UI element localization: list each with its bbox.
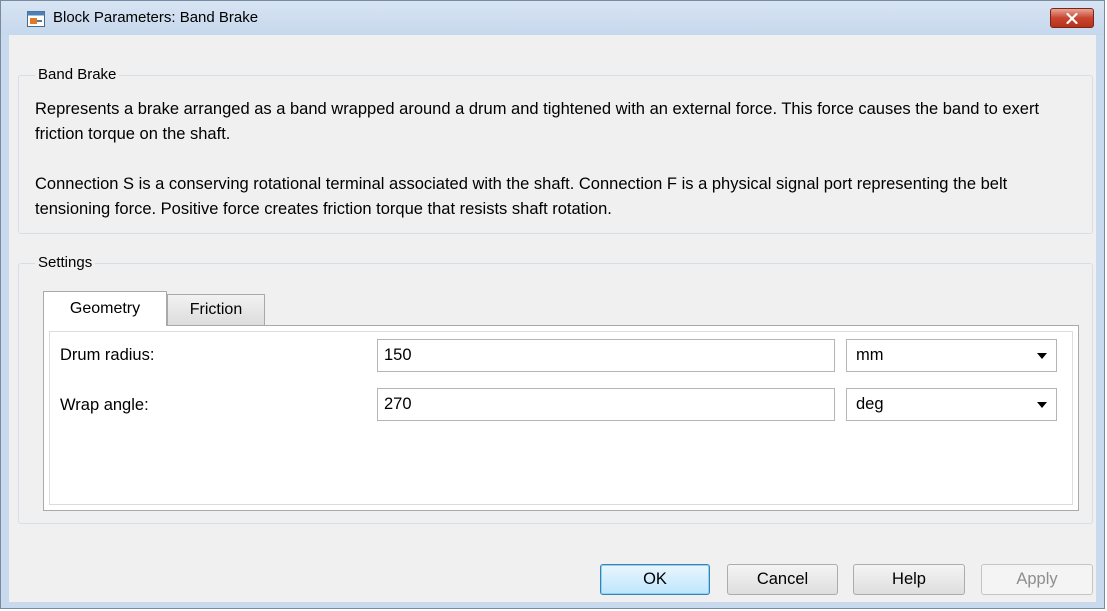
tab-friction-label: Friction (189, 301, 243, 318)
apply-button[interactable]: Apply (981, 564, 1093, 595)
close-icon (1066, 13, 1078, 24)
drum-radius-label: Drum radius: (60, 346, 155, 364)
dropdown-arrow-icon (1037, 353, 1047, 359)
description-paragraph-2: Connection S is a conserving rotational … (35, 175, 1008, 218)
parameters-panel: Drum radius: mm Wrap angle: deg (49, 331, 1073, 505)
description-group: Band Brake Represents a brake arranged a… (18, 66, 1093, 234)
tab-geometry-label: Geometry (69, 300, 141, 317)
ok-button[interactable]: OK (600, 564, 710, 595)
settings-group-legend: Settings (35, 254, 96, 271)
help-button[interactable]: Help (853, 564, 965, 595)
description-paragraph-1: Represents a brake arranged as a band wr… (35, 100, 1040, 143)
wrap-angle-label: Wrap angle: (60, 396, 149, 414)
drum-radius-unit-select[interactable]: mm (846, 339, 1057, 372)
description-group-legend: Band Brake (35, 66, 120, 83)
settings-group: Settings Geometry Friction Drum radius: … (18, 254, 1093, 524)
dropdown-arrow-icon (1037, 402, 1047, 408)
drum-radius-unit-value: mm (856, 346, 884, 364)
close-button[interactable] (1050, 8, 1094, 28)
simulink-block-icon (27, 11, 45, 27)
geometry-tab-panel: Drum radius: mm Wrap angle: deg (43, 325, 1079, 511)
wrap-angle-unit-value: deg (856, 395, 884, 413)
drum-radius-input[interactable] (377, 339, 835, 372)
cancel-button[interactable]: Cancel (727, 564, 838, 595)
window-title: Block Parameters: Band Brake (53, 9, 259, 26)
tab-friction[interactable]: Friction (167, 294, 265, 326)
title-bar[interactable]: Block Parameters: Band Brake (1, 1, 1104, 35)
wrap-angle-unit-select[interactable]: deg (846, 388, 1057, 421)
dialog-window: Block Parameters: Band Brake Band Brake … (0, 0, 1105, 609)
dialog-client-area: Band Brake Represents a brake arranged a… (9, 35, 1096, 602)
tab-geometry[interactable]: Geometry (43, 291, 167, 326)
wrap-angle-input[interactable] (377, 388, 835, 421)
